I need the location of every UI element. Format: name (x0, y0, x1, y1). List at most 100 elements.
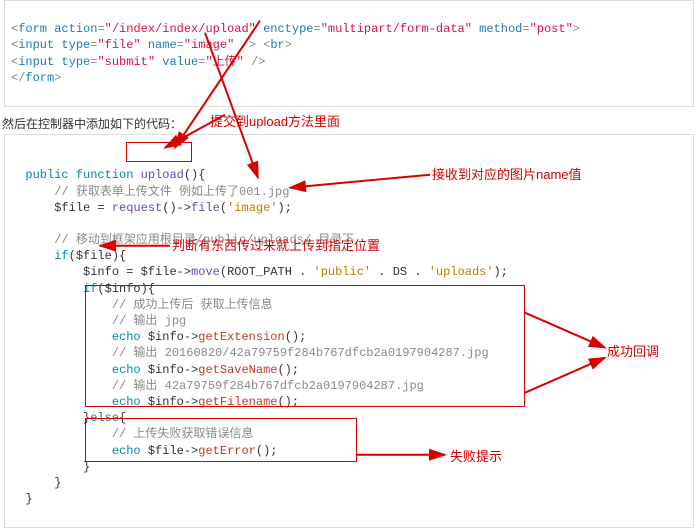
description-text: 然后在控制器中添加如下的代码： (2, 115, 698, 132)
p: () (162, 201, 176, 215)
kw-echo: echo (112, 330, 141, 344)
v: "上传" (205, 55, 243, 69)
brace: { (198, 168, 205, 182)
form-close: form (25, 71, 54, 85)
const: ROOT_PATH (227, 265, 292, 279)
p: ( (220, 201, 227, 215)
comment: // 成功上传后 获取上传信息 (112, 298, 273, 312)
page-root: <form action="/index/index/upload" encty… (0, 0, 698, 528)
dot: . (371, 265, 393, 279)
php-code: public function upload(){ // 获取表单上传文件 例如… (4, 134, 694, 528)
br-tag: br (270, 38, 284, 52)
t: = (522, 22, 529, 36)
v: "/index/index/upload" (105, 22, 256, 36)
const: DS (393, 265, 407, 279)
brace: { (119, 249, 126, 263)
arrow: -> (184, 444, 198, 458)
form-tag: form (18, 22, 47, 36)
str: 'public' (314, 265, 372, 279)
brace: } (25, 492, 32, 506)
kw-else: else (90, 411, 119, 425)
arrow: -> (184, 330, 198, 344)
v: "submit" (97, 55, 155, 69)
brace: } (83, 460, 90, 474)
comment: // 获取表单上传文件 例如上传了001.jpg (54, 185, 289, 199)
kw-echo: echo (112, 444, 141, 458)
fn: getExtension (198, 330, 284, 344)
attr: name (148, 38, 177, 52)
kw-if: if (54, 249, 68, 263)
str: 'uploads' (429, 265, 494, 279)
t: > (285, 38, 292, 52)
p: ) (112, 249, 119, 263)
v: "multipart/form-data" (321, 22, 472, 36)
attr: value (162, 55, 198, 69)
comment: // 输出 jpg (112, 314, 186, 328)
t: > (573, 22, 580, 36)
attr: type (61, 55, 90, 69)
dot: . (292, 265, 314, 279)
fn: move (191, 265, 220, 279)
var: $info (148, 330, 184, 344)
arrow: -> (184, 395, 198, 409)
v: "post" (530, 22, 573, 36)
v: "image" (184, 38, 234, 52)
arrow: -> (177, 201, 191, 215)
p: () (277, 395, 291, 409)
kw-public: public (25, 168, 68, 182)
var: $file (54, 201, 90, 215)
fn: file (191, 201, 220, 215)
var: $info (83, 265, 119, 279)
comment: // 上传失败获取错误信息 (112, 427, 254, 441)
input-tag: input (18, 38, 54, 52)
p: () (277, 363, 291, 377)
t: /> (234, 38, 256, 52)
attr: action (54, 22, 97, 36)
p: ) (278, 201, 285, 215)
t: </ (11, 71, 25, 85)
dot: . (407, 265, 429, 279)
comment: // 输出 20160820/42a79759f284b767dfcb2a019… (112, 346, 489, 360)
semi: ; (292, 363, 299, 377)
fn: getFilename (198, 395, 277, 409)
var: $info (105, 282, 141, 296)
input-tag: input (18, 55, 54, 69)
brace: { (148, 282, 155, 296)
attr: type (61, 38, 90, 52)
brace: { (119, 411, 126, 425)
arrow: -> (184, 363, 198, 377)
fn: request (112, 201, 162, 215)
p: ) (494, 265, 501, 279)
eq: = (119, 265, 141, 279)
kw-echo: echo (112, 395, 141, 409)
var: $info (148, 363, 184, 377)
comment: // 输出 42a79759f284b767dfcb2a0197904287.j… (112, 379, 424, 393)
kw-echo: echo (112, 363, 141, 377)
kw-function: function (76, 168, 134, 182)
fn-upload: upload (141, 168, 184, 182)
var: $file (76, 249, 112, 263)
semi: ; (285, 201, 292, 215)
kw-if: if (83, 282, 97, 296)
t: /> (244, 55, 266, 69)
semi: ; (270, 444, 277, 458)
brace: } (54, 476, 61, 490)
t: = (314, 22, 321, 36)
t: > (54, 71, 61, 85)
var: $file (141, 265, 177, 279)
p: ( (220, 265, 227, 279)
attr: method (479, 22, 522, 36)
parens: () (184, 168, 198, 182)
var: $info (148, 395, 184, 409)
t: = (177, 38, 184, 52)
var: $file (148, 444, 184, 458)
v: "file" (97, 38, 140, 52)
t: = (97, 22, 104, 36)
html-form-code: <form action="/index/index/upload" encty… (4, 0, 694, 107)
attr: enctype (263, 22, 313, 36)
p: ( (69, 249, 76, 263)
semi: ; (501, 265, 508, 279)
p: () (256, 444, 270, 458)
semi: ; (299, 330, 306, 344)
p: ( (97, 282, 104, 296)
